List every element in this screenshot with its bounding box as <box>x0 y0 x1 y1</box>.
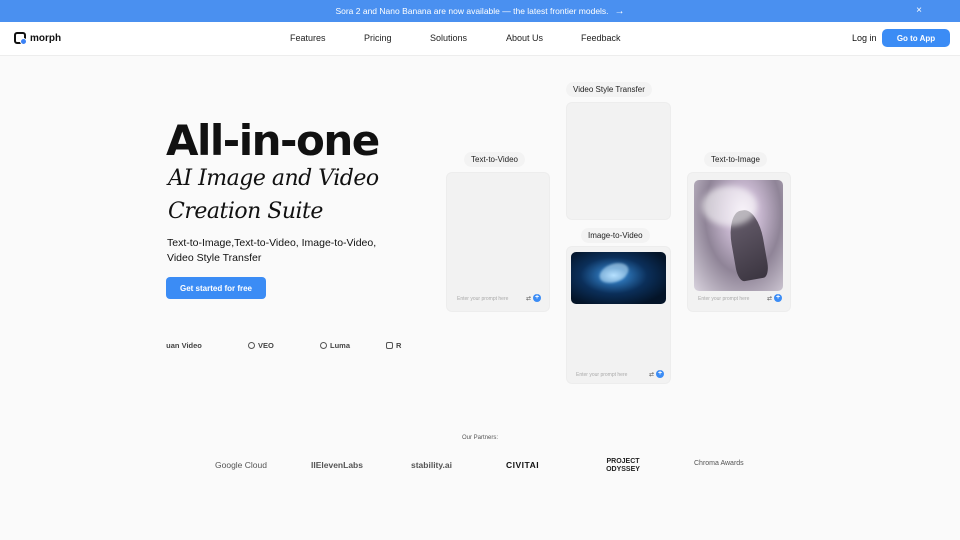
model-item: VEO <box>248 341 274 350</box>
prompt-placeholder: Enter your prompt here <box>457 296 509 302</box>
login-link[interactable]: Log in <box>852 33 877 43</box>
model-item: R <box>386 341 401 350</box>
hero-script-line1: AI Image and Video <box>168 166 379 191</box>
partner-google-cloud: Google Cloud <box>215 460 267 470</box>
nav-pricing[interactable]: Pricing <box>364 33 392 43</box>
plus-icon[interactable]: + <box>774 294 782 302</box>
label-text-to-video: Text-to-Video <box>464 152 525 167</box>
prompt-input[interactable]: Enter your prompt here ⇄ + <box>457 294 541 304</box>
model-marquee: yuan Video VEO Luma R <box>166 340 402 352</box>
model-name: R <box>396 341 402 350</box>
hero-subtitle: Text-to-Image,Text-to-Video, Image-to-Vi… <box>167 237 377 264</box>
swap-icon[interactable]: ⇄ <box>526 295 531 302</box>
morph-logo-icon <box>14 32 27 45</box>
partner-chroma-awards: Chroma Awards <box>694 460 744 467</box>
model-icon <box>386 342 393 349</box>
get-started-button[interactable]: Get started for free <box>166 277 266 299</box>
label-image-to-video: Image-to-Video <box>581 228 650 243</box>
nav-about-us[interactable]: About Us <box>506 33 543 43</box>
model-item: yuan Video <box>166 341 202 350</box>
partner-elevenlabs: IIElevenLabs <box>311 460 363 470</box>
prompt-input[interactable]: Enter your prompt here ⇄ + <box>698 294 782 304</box>
nav-features[interactable]: Features <box>290 33 326 43</box>
swap-icon[interactable]: ⇄ <box>767 295 772 302</box>
partners-title: Our Partners: <box>461 435 498 441</box>
model-name: Luma <box>330 341 351 350</box>
nav-feedback[interactable]: Feedback <box>581 33 621 43</box>
label-text-to-image: Text-to-Image <box>704 152 767 167</box>
plus-icon[interactable]: + <box>533 294 541 302</box>
plus-icon[interactable]: + <box>656 370 664 378</box>
top-nav: morph Features Pricing Solutions About U… <box>0 22 960 56</box>
luma-icon <box>320 342 327 349</box>
logo[interactable]: morph <box>14 32 62 45</box>
go-to-app-button[interactable]: Go to App <box>882 29 950 47</box>
label-video-style-transfer: Video Style Transfer <box>566 82 652 97</box>
card-text-to-video[interactable]: Enter your prompt here ⇄ + <box>446 172 550 312</box>
card-video-style-transfer[interactable] <box>566 102 671 220</box>
nav-solutions[interactable]: Solutions <box>430 33 467 43</box>
swap-icon[interactable]: ⇄ <box>649 371 654 378</box>
partner-project-odyssey: PROJECT ODYSSEY <box>606 458 640 473</box>
hero-title: All-in-one <box>166 116 380 165</box>
prompt-input[interactable]: Enter your prompt here ⇄ + <box>576 370 664 380</box>
prompt-placeholder: Enter your prompt here <box>698 296 750 302</box>
arrow-right-icon[interactable]: → <box>615 6 625 17</box>
portrait-image <box>694 180 783 291</box>
jellyfish-image <box>571 252 666 304</box>
announcement-banner[interactable]: Sora 2 and Nano Banana are now available… <box>0 0 960 22</box>
partner-civitai: CIVITAI <box>506 460 540 470</box>
prompt-placeholder: Enter your prompt here <box>576 372 628 378</box>
veo-icon <box>248 342 255 349</box>
close-icon[interactable]: × <box>916 5 922 16</box>
logo-text: morph <box>30 32 62 44</box>
hero-script-line2: Creation Suite <box>168 199 323 224</box>
partner-stability-ai: stability.ai <box>411 460 452 470</box>
banner-text[interactable]: Sora 2 and Nano Banana are now available… <box>335 6 608 16</box>
model-name: yuan Video <box>166 341 202 350</box>
model-item: Luma <box>320 341 350 350</box>
model-name: VEO <box>258 341 274 350</box>
